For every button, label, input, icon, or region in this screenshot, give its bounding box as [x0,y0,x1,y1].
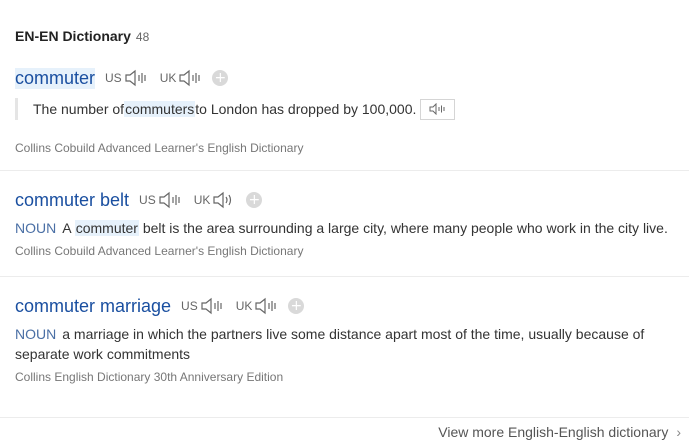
speaker-wave-icon[interactable] [212,191,238,209]
example-highlight: commuters [124,101,196,117]
example-audio-button[interactable] [420,98,456,120]
dictionary-entry: commuter belt US UK + NOUN A commuter bel… [15,188,689,259]
headword-link[interactable]: commuter belt [15,190,129,211]
speaker-wave-icon[interactable] [124,69,150,87]
us-label: US [139,193,156,207]
view-more-label: View more English-English dictionary [438,424,669,440]
dictionary-source: Collins English Dictionary 30th Annivers… [15,370,284,384]
us-label: US [105,71,122,85]
pronunciation-uk: UK [236,297,281,315]
definition-highlight: commuter [74,220,139,236]
divider [0,417,689,418]
speaker-wave-icon [429,103,445,115]
definition: NOUN A commuter belt is the area surround… [15,218,689,238]
dictionary-entry: commuter marriage US UK + NOUN a marriage… [15,294,689,385]
uk-label: UK [235,299,253,313]
speaker-wave-icon[interactable] [254,297,280,315]
plus-circle-icon[interactable]: + [288,298,305,314]
pronunciation-uk: UK [160,69,205,87]
definition: NOUN a marriage in which the partners liv… [15,324,689,364]
plus-circle-icon[interactable]: + [246,192,263,208]
divider [0,170,689,171]
uk-label: UK [159,71,177,85]
example-sentence: The number of commuters to London has dr… [15,98,689,120]
plus-circle-icon[interactable]: + [212,70,229,86]
section-title: EN-EN Dictionary [15,28,131,44]
definition-text-before: A [62,220,75,236]
entry-head: commuter marriage US UK + [15,294,689,318]
result-count: 48 [135,30,150,44]
pronunciation-us: US [139,191,184,209]
uk-label: UK [193,193,211,207]
speaker-wave-icon[interactable] [178,69,204,87]
dictionary-entry: commuter US UK + The number of commuters… [15,66,689,155]
us-label: US [181,299,198,313]
dictionary-source: Collins Cobuild Advanced Learner's Engli… [15,141,304,155]
divider [0,276,689,277]
headword-link[interactable]: commuter marriage [15,296,171,317]
definition-text: a marriage in which the partners live so… [15,326,645,362]
section-header: EN-EN Dictionary 48 [15,28,149,44]
example-text-before: The number of [33,101,125,117]
speaker-wave-icon[interactable] [158,191,184,209]
example-text-after: to London has dropped by 100,000. [195,101,417,117]
entry-head: commuter belt US UK + [15,188,689,212]
entry-head: commuter US UK + [15,66,689,90]
pronunciation-us: US [105,69,150,87]
definition-text-after: belt is the area surrounding a large cit… [138,220,668,236]
part-of-speech: NOUN [15,326,57,342]
headword-link[interactable]: commuter [15,67,96,89]
speaker-wave-icon[interactable] [200,297,226,315]
view-more-link[interactable]: View more English-English dictionary › [438,424,681,440]
chevron-right-icon: › [676,424,681,440]
part-of-speech: NOUN [15,220,57,236]
dictionary-source: Collins Cobuild Advanced Learner's Engli… [15,244,304,258]
pronunciation-uk: UK [194,191,239,209]
pronunciation-us: US [181,297,226,315]
